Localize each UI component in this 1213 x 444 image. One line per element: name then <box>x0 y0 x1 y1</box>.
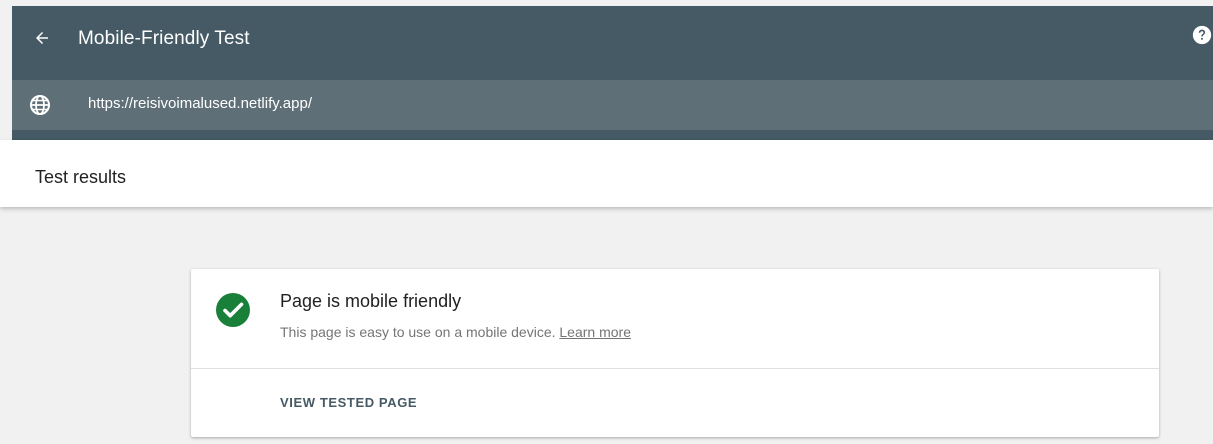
help-icon <box>1192 25 1212 45</box>
result-description: This page is easy to use on a mobile dev… <box>280 324 631 340</box>
url-bar[interactable]: https://reisivoimalused.netlify.app/ <box>12 80 1213 130</box>
tested-url: https://reisivoimalused.netlify.app/ <box>88 95 312 112</box>
results-header: Test results <box>0 140 1213 207</box>
results-title: Test results <box>35 167 127 187</box>
app-title: Mobile-Friendly Test <box>78 28 250 49</box>
help-button[interactable] <box>1191 24 1213 46</box>
result-title: Page is mobile friendly <box>280 291 462 311</box>
learn-more-link[interactable]: Learn more <box>559 324 631 340</box>
view-tested-page-button[interactable]: VIEW TESTED PAGE <box>271 387 426 418</box>
arrow-back-icon <box>36 32 48 44</box>
app-bar: Mobile-Friendly Test https://reisivoimal… <box>12 6 1213 140</box>
result-card: Page is mobile friendly This page is eas… <box>191 269 1159 437</box>
card-divider <box>191 368 1159 369</box>
check-circle-icon <box>216 293 250 327</box>
result-description-text: This page is easy to use on a mobile dev… <box>280 324 556 340</box>
globe-icon <box>30 95 50 115</box>
app-bar-top: Mobile-Friendly Test <box>12 6 1213 80</box>
back-button[interactable] <box>28 24 56 52</box>
page: Mobile-Friendly Test https://reisivoimal… <box>0 0 1213 444</box>
